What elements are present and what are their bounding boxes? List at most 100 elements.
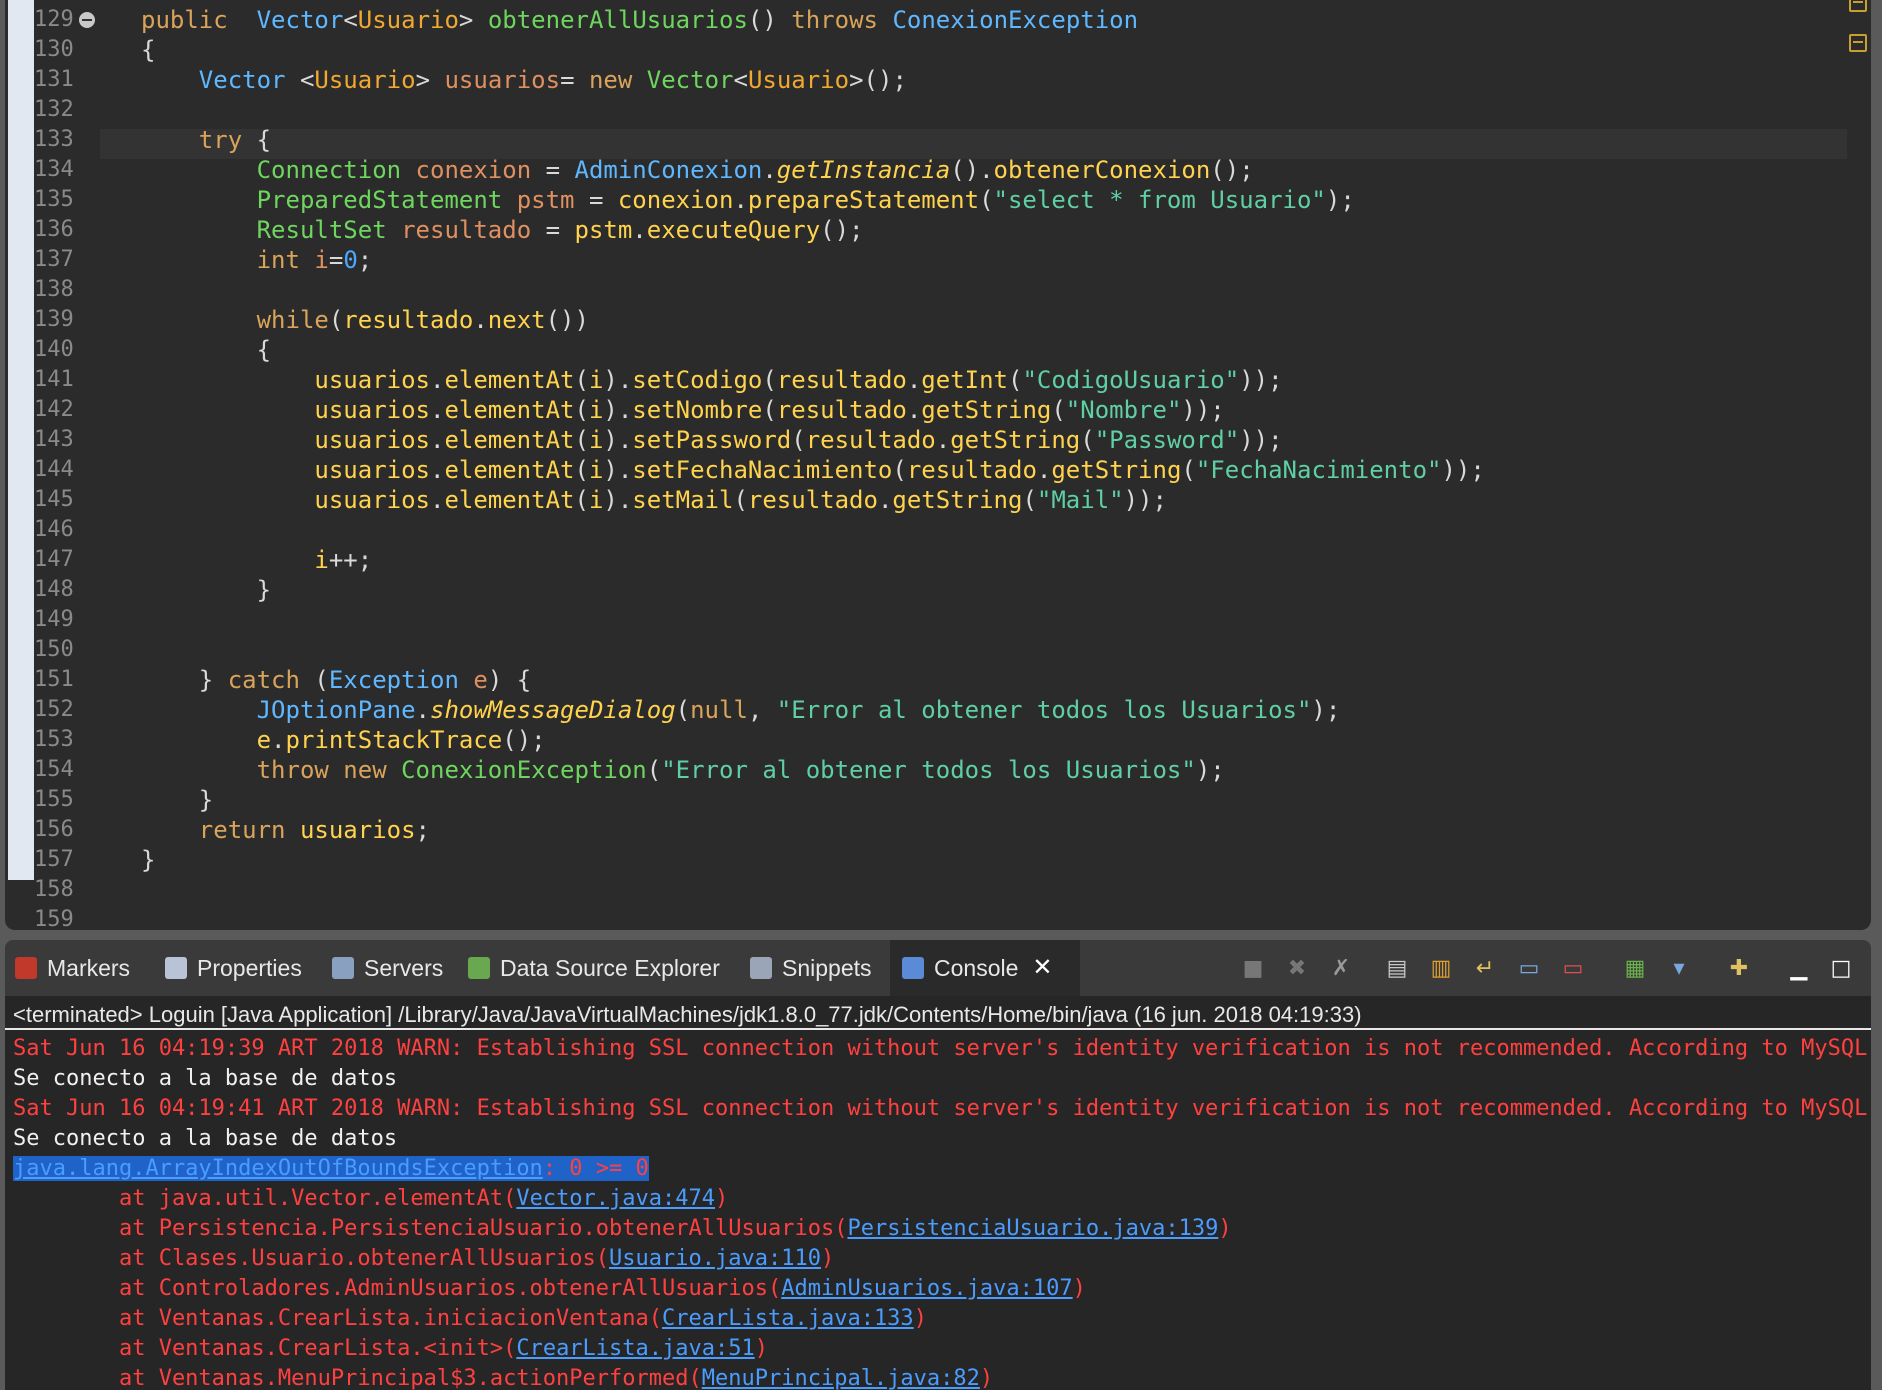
stack-frame-link[interactable]: Vector.java:474: [516, 1186, 715, 1211]
code-line[interactable]: return usuarios;: [141, 815, 430, 845]
show-on-stdout-icon[interactable]: ▭: [1513, 952, 1545, 984]
code-line[interactable]: JOptionPane.showMessageDialog(null, "Err…: [141, 695, 1341, 725]
code-token: (: [574, 396, 589, 424]
stack-frame-link[interactable]: CrearLista.java:133: [662, 1306, 914, 1331]
code-line[interactable]: usuarios.elementAt(i).setNombre(resultad…: [141, 395, 1224, 425]
remove-all-terminated-icon[interactable]: ✗: [1325, 952, 1357, 984]
tab-properties[interactable]: Properties: [165, 940, 302, 996]
code-line[interactable]: PreparedStatement pstm = conexion.prepar…: [141, 185, 1355, 215]
code-line[interactable]: Vector <Usuario> usuarios= new Vector<Us…: [141, 65, 907, 95]
open-console-icon[interactable]: ✚: [1723, 952, 1755, 984]
minimize-icon[interactable]: ▁: [1783, 952, 1815, 984]
code-token: .: [429, 456, 445, 484]
code-token: (: [675, 696, 691, 724]
code-token: (: [646, 756, 662, 784]
terminate-icon[interactable]: ■: [1237, 952, 1269, 984]
code-line[interactable]: {: [141, 335, 271, 365]
console-icon: [902, 957, 924, 979]
fold-collapse-icon[interactable]: [79, 12, 95, 28]
code-token: .: [877, 486, 893, 514]
code-line[interactable]: } catch (Exception e) {: [141, 665, 531, 695]
code-token: .: [1036, 456, 1052, 484]
code-line[interactable]: try {: [141, 125, 271, 155]
code-line[interactable]: }: [141, 785, 213, 815]
code-line[interactable]: public Vector<Usuario> obtenerAllUsuario…: [141, 5, 1138, 35]
code-line[interactable]: usuarios.elementAt(i).setPassword(result…: [141, 425, 1282, 455]
scroll-lock-icon[interactable]: ▥: [1425, 952, 1457, 984]
code-line[interactable]: usuarios.elementAt(i).setCodigo(resultad…: [141, 365, 1282, 395]
remove-launch-icon[interactable]: ✖: [1281, 952, 1313, 984]
code-token: null: [690, 696, 748, 724]
code-token: );: [1311, 696, 1341, 724]
overview-marker-icon[interactable]: [1849, 0, 1867, 12]
tab-console[interactable]: Console ✕: [890, 940, 1080, 996]
code-token: usuarios: [314, 396, 430, 424]
line-number: 137: [34, 247, 74, 272]
console-process-label: <terminated> Loguin [Java Application] /…: [5, 1000, 1871, 1030]
show-on-stderr-icon[interactable]: ▭: [1557, 952, 1589, 984]
code-editor[interactable]: 129 130 131 132 133 134 135 136 137 138 …: [5, 0, 1871, 930]
code-token: resultado: [776, 366, 907, 394]
line-number: 138: [34, 277, 74, 302]
code-line[interactable]: }: [141, 845, 155, 875]
code-line[interactable]: ResultSet resultado = pstm.executeQuery(…: [141, 215, 864, 245]
code-token: (: [979, 186, 994, 214]
code-token: prepareStatement: [747, 186, 980, 214]
console-line: Se conecto a la base de datos: [13, 1066, 398, 1091]
code-token: ));: [1441, 456, 1485, 484]
display-console-icon[interactable]: ▾: [1663, 952, 1695, 984]
code-token: =: [328, 246, 344, 274]
code-token: elementAt: [444, 366, 575, 394]
code-line[interactable]: while(resultado.next()): [141, 305, 589, 335]
stack-frame-link[interactable]: CrearLista.java:51: [516, 1336, 754, 1361]
line-number: 148: [34, 577, 74, 602]
stack-frame-link[interactable]: Usuario.java:110: [609, 1246, 821, 1271]
code-token: pstm: [516, 186, 575, 214]
pin-console-icon[interactable]: ▦: [1619, 952, 1651, 984]
code-line[interactable]: e.printStackTrace();: [141, 725, 546, 755]
console-view[interactable]: <terminated> Loguin [Java Application] /…: [5, 996, 1871, 1390]
code-token: .: [906, 366, 922, 394]
word-wrap-icon[interactable]: ↵: [1469, 952, 1501, 984]
maximize-icon[interactable]: □: [1825, 952, 1857, 984]
code-token: resultado: [906, 456, 1037, 484]
code-line[interactable]: int i=0;: [141, 245, 373, 275]
code-token: >: [415, 66, 431, 94]
line-number: 157: [34, 847, 74, 872]
tab-data-source-explorer[interactable]: Data Source Explorer: [468, 940, 720, 996]
code-token: );: [1195, 756, 1225, 784]
exception-link[interactable]: java.lang.ArrayIndexOutOfBoundsException: [13, 1156, 543, 1181]
code-line[interactable]: usuarios.elementAt(i).setMail(resultado.…: [141, 485, 1167, 515]
close-icon[interactable]: ✕: [1032, 940, 1052, 996]
stack-frame-link[interactable]: MenuPrincipal.java:82: [702, 1366, 980, 1390]
tab-servers[interactable]: Servers: [332, 940, 443, 996]
clear-console-icon[interactable]: ▤: [1381, 952, 1413, 984]
code-token: elementAt: [444, 396, 575, 424]
data-source-explorer-icon: [468, 957, 490, 979]
code-token: .: [429, 366, 445, 394]
code-token: ().: [950, 156, 994, 184]
stack-frame-link[interactable]: PersistenciaUsuario.java:139: [847, 1216, 1218, 1241]
code-token: <: [299, 66, 315, 94]
code-line[interactable]: usuarios.elementAt(i).setFechaNacimiento…: [141, 455, 1485, 485]
code-line[interactable]: i++;: [141, 545, 372, 575]
tab-markers[interactable]: Markers: [15, 940, 130, 996]
code-token: (: [574, 426, 589, 454]
tab-snippets[interactable]: Snippets: [750, 940, 872, 996]
code-token: "select * from Usuario": [993, 186, 1326, 214]
overview-marker-icon[interactable]: [1849, 34, 1867, 52]
code-token: Vector: [198, 66, 286, 94]
console-line: Sat Jun 16 04:19:41 ART 2018 WARN: Estab…: [13, 1096, 1868, 1121]
code-line[interactable]: Connection conexion = AdminConexion.getI…: [141, 155, 1254, 185]
properties-icon: [165, 957, 187, 979]
stack-frame-link[interactable]: AdminUsuarios.java:107: [781, 1276, 1072, 1301]
code-token: throws: [791, 6, 878, 34]
code-line[interactable]: }: [141, 575, 271, 605]
code-token: (: [762, 366, 777, 394]
code-line[interactable]: throw new ConexionException("Error al ob…: [141, 755, 1225, 785]
line-number: 151: [34, 667, 74, 692]
code-token: ResultSet: [256, 216, 387, 244]
code-token: Usuario: [357, 6, 459, 34]
code-token: next: [487, 306, 546, 334]
code-line[interactable]: {: [141, 35, 155, 65]
